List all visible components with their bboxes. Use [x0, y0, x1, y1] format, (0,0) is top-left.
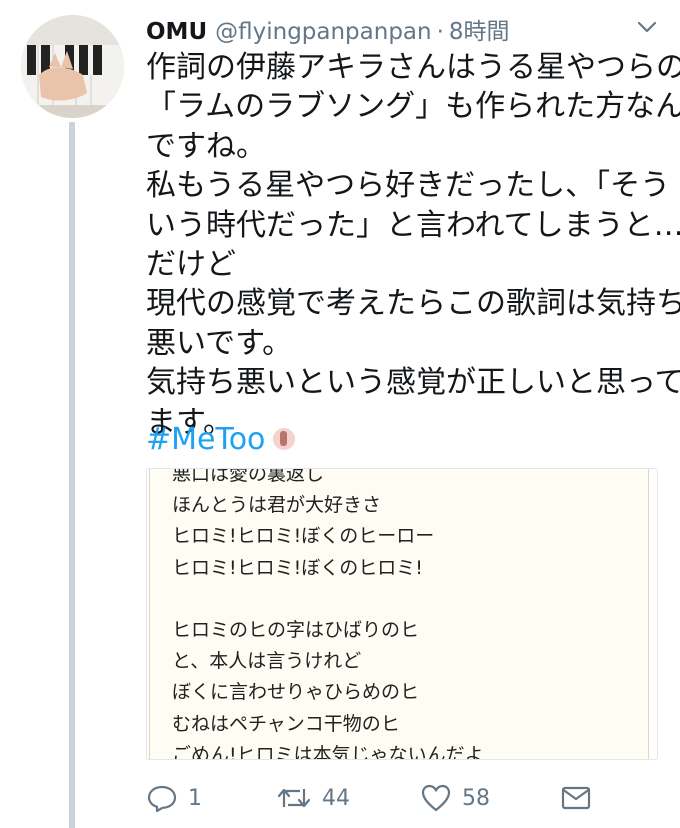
envelope-icon — [561, 786, 591, 810]
user-handle[interactable]: @flyingpanpanpan — [215, 19, 431, 45]
like-button[interactable]: 58 — [420, 778, 490, 818]
tweet-text-line: いう時代だった」と言われてしまうと… — [146, 207, 680, 243]
direct-message-button[interactable] — [560, 778, 592, 818]
retweet-button[interactable]: 44 — [276, 778, 350, 818]
retweet-icon — [277, 788, 311, 808]
avatar-image — [21, 15, 124, 118]
tweet-text-line: だけど — [146, 247, 236, 283]
lyrics-line: ヒロミ!ヒロミ!ぼくのヒロミ! — [172, 556, 423, 579]
display-name[interactable]: OMU — [146, 19, 207, 45]
like-count: 58 — [462, 785, 490, 811]
tweet-text-line: 悪いです。 — [146, 325, 293, 361]
tweet-text-line: 現代の感覚で考えたらこの歌詞は気持ち — [146, 286, 680, 322]
hashtag-row: #MeToo — [146, 420, 296, 458]
lyrics-line: ほんとうは君が大好きさ — [172, 494, 382, 517]
lyrics-line — [172, 584, 484, 615]
action-bar: 1 44 58 — [146, 778, 666, 818]
tweet-text-line: 作詞の伊藤アキラさんはうる星やつらの — [146, 50, 680, 85]
chevron-down-icon[interactable] — [636, 18, 658, 36]
avatar[interactable] — [21, 15, 124, 118]
lyrics-line: 悪口は愛の裏返し — [172, 468, 325, 485]
thread-line — [69, 122, 75, 828]
reply-icon — [147, 785, 177, 813]
tweet-text: 作詞の伊藤アキラさんはうる星やつらの 「ラムのラブソング」も作られた方なん です… — [146, 48, 680, 442]
tweet-header: OMU @flyingpanpanpan · 8時間 — [146, 12, 666, 46]
attached-image[interactable]: 悪口は愛の裏返し ほんとうは君が大好きさ ヒロミ!ヒロミ!ぼくのヒーロー ヒロミ… — [146, 468, 658, 760]
raised-hand-emoji-icon — [273, 428, 296, 450]
reply-count: 1 — [188, 785, 202, 811]
retweet-count: 44 — [322, 785, 350, 811]
lyrics-line: ヒロミのヒの字はひばりのヒ — [172, 618, 420, 641]
heart-icon — [421, 784, 451, 812]
tweet-text-line: ですね。 — [146, 128, 266, 164]
lyrics-line: ぼくに言わせりゃひらめのヒ — [172, 681, 420, 704]
lyrics-page: 悪口は愛の裏返し ほんとうは君が大好きさ ヒロミ!ヒロミ!ぼくのヒーロー ヒロミ… — [149, 469, 649, 759]
lyrics-line: むねはペチャンコ干物のヒ — [172, 712, 400, 735]
tweet-timestamp[interactable]: 8時間 — [449, 12, 510, 46]
header-separator: · — [436, 19, 444, 45]
hashtag-link[interactable]: #MeToo — [146, 422, 265, 457]
tweet-text-line: 私もうる星やつら好きだったし、「そう — [146, 168, 671, 204]
tweet-text-line: 「ラムのラブソング」も作られた方なん — [146, 89, 680, 125]
lyrics-text: 悪口は愛の裏返し ほんとうは君が大好きさ ヒロミ!ヒロミ!ぼくのヒーロー ヒロミ… — [172, 468, 484, 760]
lyrics-line: ごめん!ヒロミは本気じゃないんだよ — [172, 743, 484, 760]
tweet-text-line: 気持ち悪いという感覚が正しいと思って — [146, 365, 680, 401]
reply-button[interactable]: 1 — [146, 778, 202, 818]
lyrics-line: と、本人は言うけれど — [172, 650, 362, 673]
lyrics-line: ヒロミ!ヒロミ!ぼくのヒーロー — [172, 525, 435, 548]
